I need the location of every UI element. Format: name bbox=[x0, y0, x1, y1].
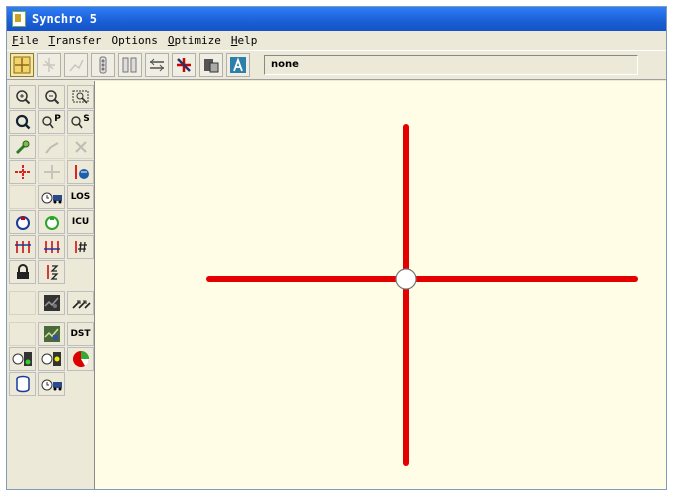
add-bend-icon bbox=[44, 142, 58, 154]
reports-icon bbox=[204, 59, 219, 73]
zoom-scale-icon bbox=[71, 116, 83, 129]
lane-config2-icon bbox=[43, 241, 60, 253]
detector-button[interactable] bbox=[172, 53, 196, 77]
lanes-button[interactable] bbox=[37, 53, 61, 77]
los-button[interactable]: LOS bbox=[67, 185, 94, 209]
lanes-icon bbox=[43, 58, 55, 72]
app-icon bbox=[12, 11, 26, 27]
timer-green-icon bbox=[12, 352, 32, 366]
volumes-button[interactable] bbox=[64, 53, 88, 77]
detector-icon bbox=[177, 58, 191, 72]
phasing-icon bbox=[122, 57, 137, 73]
map-pattern-button[interactable] bbox=[38, 291, 65, 315]
signal-timer-green-button[interactable] bbox=[38, 210, 65, 234]
zoom-scale-button[interactable]: S bbox=[67, 110, 94, 134]
zoom-window-icon bbox=[72, 90, 88, 104]
node-move-button[interactable] bbox=[38, 160, 65, 184]
timer-yellow-icon bbox=[41, 352, 61, 366]
zoom-previous-icon bbox=[42, 116, 54, 129]
lane-count-icon bbox=[74, 241, 87, 253]
icu-button[interactable]: ICU bbox=[67, 210, 94, 234]
node-button[interactable] bbox=[9, 160, 36, 184]
vehicle-clock2-button[interactable] bbox=[38, 372, 65, 396]
delete-button[interactable] bbox=[67, 135, 94, 159]
reports-button[interactable] bbox=[199, 53, 223, 77]
simulation-icon bbox=[150, 58, 164, 72]
status-field: none bbox=[264, 55, 638, 75]
signal-timer-button[interactable] bbox=[9, 210, 36, 234]
volumes-icon bbox=[69, 59, 84, 72]
menu-transfer[interactable]: Transfer bbox=[44, 34, 107, 47]
simulation-button[interactable] bbox=[145, 53, 169, 77]
flow-arrows-button[interactable] bbox=[67, 291, 94, 315]
zoom-previous-button[interactable]: P bbox=[38, 110, 65, 134]
map-pattern2-button[interactable] bbox=[38, 322, 65, 346]
icu-icon: ICU bbox=[71, 217, 90, 227]
app-window: Synchro 5 File Transfer Options Optimize… bbox=[6, 6, 667, 490]
menu-optimize[interactable]: Optimize bbox=[163, 34, 226, 47]
dst-icon: DST bbox=[70, 329, 91, 339]
lane-config-icon bbox=[14, 241, 31, 253]
node-settings-button[interactable] bbox=[67, 160, 94, 184]
zoom-in-icon bbox=[15, 90, 30, 105]
menu-help[interactable]: Help bbox=[226, 34, 263, 47]
pie-chart-button[interactable] bbox=[67, 347, 94, 371]
zoom-in-button[interactable] bbox=[9, 85, 36, 109]
zoom-window-button[interactable] bbox=[67, 85, 94, 109]
lock-icon bbox=[16, 264, 29, 279]
timer-yellow-button[interactable] bbox=[38, 347, 65, 371]
signal-timer-green-icon bbox=[44, 216, 59, 230]
map-pattern-icon bbox=[43, 295, 60, 311]
sort-icon bbox=[46, 265, 59, 280]
blank-button-3 bbox=[9, 322, 36, 346]
add-link-button[interactable] bbox=[9, 135, 36, 159]
zoom-out-icon bbox=[44, 90, 59, 105]
node-settings-icon bbox=[74, 165, 89, 179]
sim-traffic-button[interactable] bbox=[226, 53, 250, 77]
timing-icon bbox=[99, 56, 107, 74]
window-title: Synchro 5 bbox=[32, 12, 98, 26]
lock-button[interactable] bbox=[9, 260, 36, 284]
vehicle-clock2-icon bbox=[41, 379, 62, 391]
signal-timer-icon bbox=[15, 216, 30, 230]
map-canvas[interactable] bbox=[95, 81, 666, 489]
lane-config-button[interactable] bbox=[9, 235, 36, 259]
map-view-icon bbox=[13, 56, 31, 74]
pie-chart-icon bbox=[72, 351, 89, 367]
phasing-button[interactable] bbox=[118, 53, 142, 77]
lane-config2-button[interactable] bbox=[38, 235, 65, 259]
delete-icon bbox=[74, 141, 87, 153]
title-bar[interactable]: Synchro 5 bbox=[7, 7, 666, 31]
menu-bar: File Transfer Options Optimize Help bbox=[7, 31, 666, 49]
dst-button[interactable]: DST bbox=[67, 322, 94, 346]
flow-arrows-icon bbox=[71, 300, 91, 309]
blank-button-2 bbox=[9, 291, 36, 315]
zoom-all-button[interactable] bbox=[9, 110, 36, 134]
blank-button bbox=[9, 185, 36, 209]
menu-options[interactable]: Options bbox=[106, 34, 162, 47]
zoom-out-button[interactable] bbox=[38, 85, 65, 109]
lane-count-button[interactable] bbox=[67, 235, 94, 259]
intersection-node[interactable] bbox=[395, 268, 417, 290]
sim-traffic-icon bbox=[230, 57, 246, 73]
los-icon: LOS bbox=[70, 192, 91, 202]
timing-button[interactable] bbox=[91, 53, 115, 77]
menu-file[interactable]: File bbox=[7, 34, 44, 47]
sort-button[interactable] bbox=[38, 260, 65, 284]
tool-palette: P S LOS ICU DST bbox=[7, 81, 95, 489]
zoom-all-icon bbox=[15, 114, 30, 130]
map-view-button[interactable] bbox=[10, 53, 34, 77]
vehicle-clock-button[interactable] bbox=[38, 185, 65, 209]
database-button[interactable] bbox=[9, 372, 36, 396]
intersection-drawing bbox=[206, 124, 638, 466]
add-link-icon bbox=[15, 140, 29, 155]
timer-green-button[interactable] bbox=[9, 347, 36, 371]
node-move-icon bbox=[43, 165, 60, 179]
database-icon bbox=[15, 375, 30, 393]
toolbar: none bbox=[7, 50, 666, 80]
add-bend-button[interactable] bbox=[38, 135, 65, 159]
node-icon bbox=[14, 165, 31, 179]
map-pattern2-icon bbox=[43, 326, 60, 342]
vehicle-clock-icon bbox=[41, 192, 62, 204]
